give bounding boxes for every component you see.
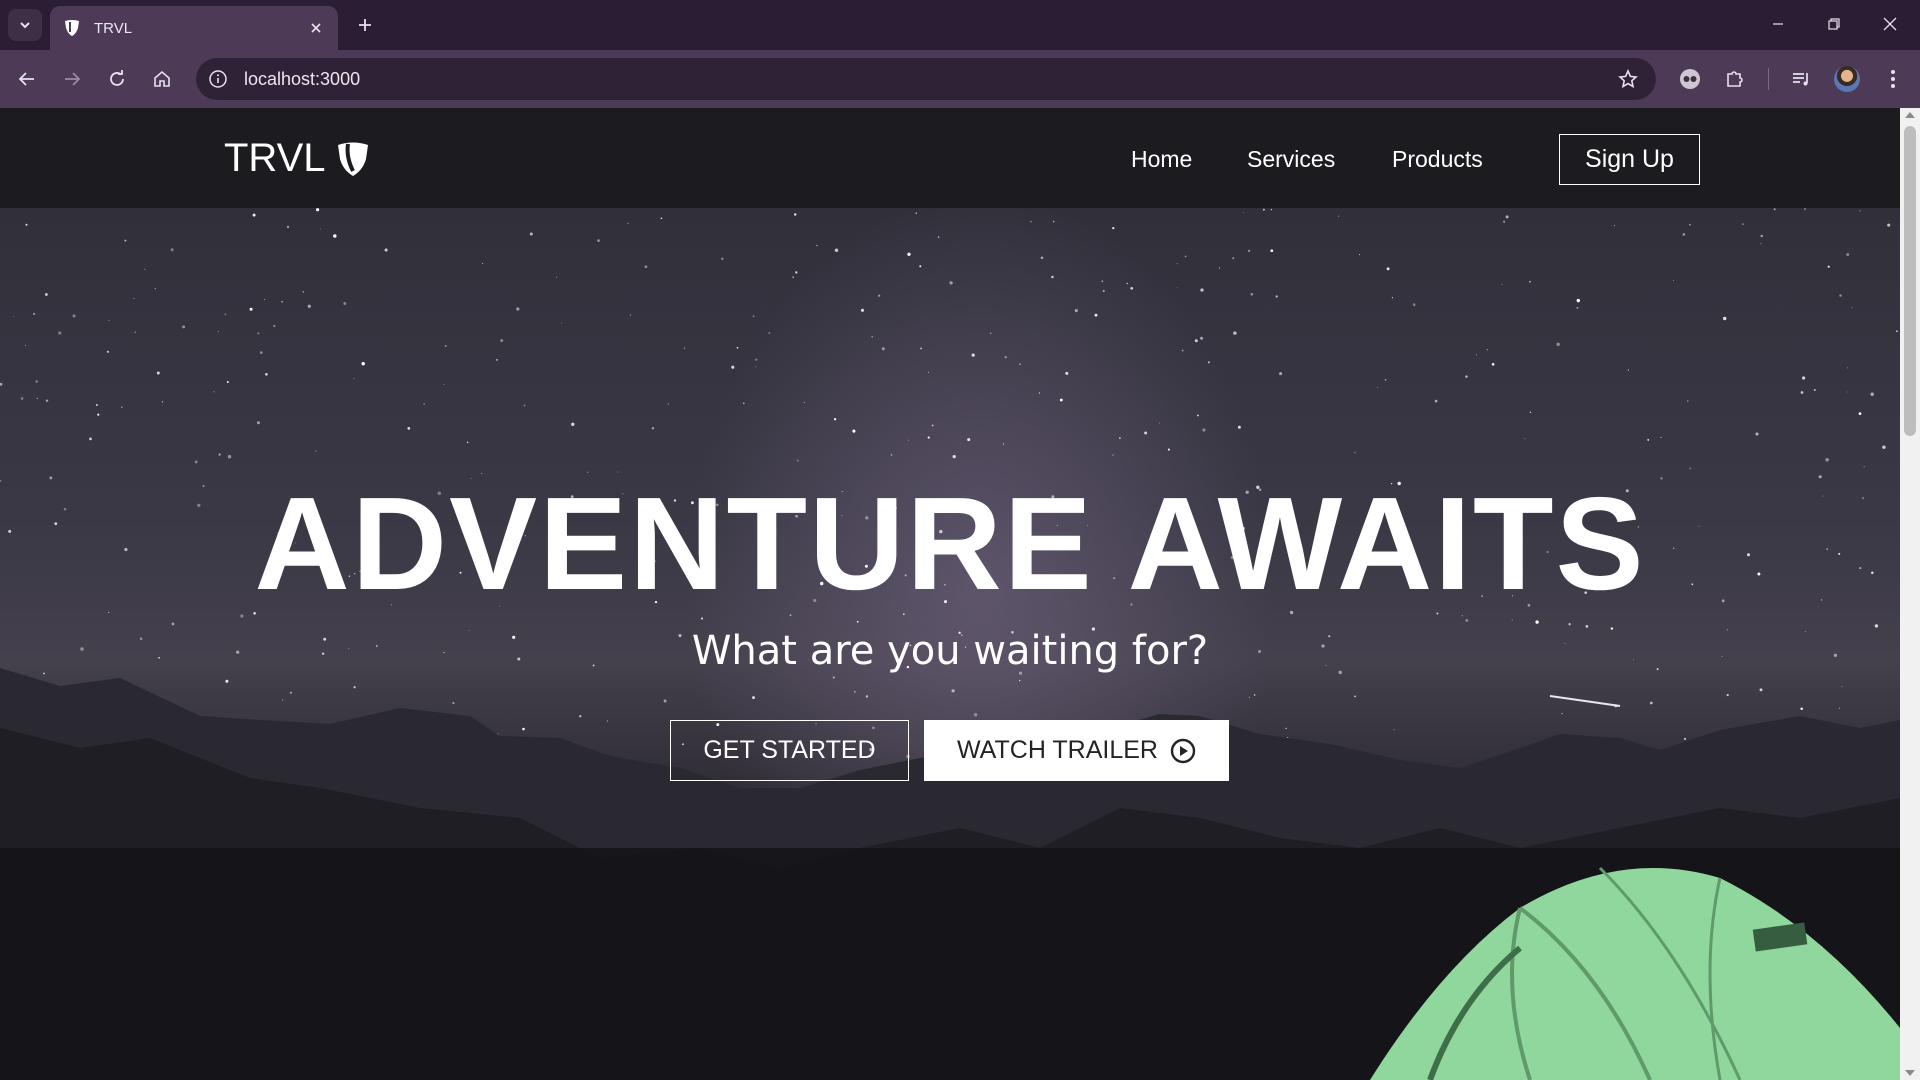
get-started-button[interactable]: GET STARTED: [670, 720, 909, 781]
scroll-down-icon[interactable]: [1905, 1070, 1915, 1076]
hero-title: ADVENTURE AWAITS: [254, 470, 1646, 617]
browser-tab[interactable]: TRVL: [50, 6, 338, 50]
play-circle-icon: [1170, 738, 1196, 763]
brand[interactable]: TRVL: [224, 136, 370, 181]
close-window-button[interactable]: [1862, 6, 1918, 42]
tab-title: TRVL: [94, 19, 133, 37]
new-tab-button[interactable]: [350, 10, 380, 40]
watch-trailer-button[interactable]: WATCH TRAILER: [924, 720, 1229, 781]
back-button[interactable]: [10, 62, 44, 96]
scrollbar-thumb[interactable]: [1904, 126, 1916, 436]
sign-up-button[interactable]: Sign Up: [1559, 134, 1700, 185]
site-info-icon[interactable]: [206, 67, 230, 91]
home-button[interactable]: [145, 62, 179, 96]
puzzle-icon: [1727, 71, 1743, 87]
hero-subtitle: What are you waiting for?: [691, 628, 1209, 674]
close-tab-icon[interactable]: [306, 18, 326, 38]
extension-button[interactable]: [1673, 62, 1707, 96]
address-url[interactable]: localhost:3000: [244, 69, 360, 90]
media-control-icon: [1793, 73, 1808, 86]
profile-avatar: [1834, 66, 1860, 92]
forward-icon: [65, 72, 81, 86]
nav-link-services[interactable]: Services: [1247, 146, 1335, 173]
browser-tab-strip: TRVL: [0, 0, 1920, 50]
home-icon: [154, 70, 170, 87]
minimize-icon: [1773, 23, 1783, 25]
shield-logo-icon: [337, 142, 368, 176]
profile-button[interactable]: [1830, 62, 1864, 96]
restore-icon: [1828, 18, 1840, 30]
tab-list-button[interactable]: [8, 9, 42, 41]
address-bar[interactable]: localhost:3000: [196, 58, 1656, 100]
media-control-button[interactable]: [1784, 62, 1818, 96]
browser-menu-button[interactable]: [1876, 62, 1910, 96]
bookmark-star-icon[interactable]: [1616, 67, 1640, 91]
back-icon: [18, 72, 34, 86]
restore-button[interactable]: [1806, 6, 1862, 42]
menu-dots-icon: [1891, 70, 1895, 88]
nav-link-home[interactable]: Home: [1131, 146, 1192, 173]
extensions-button[interactable]: [1718, 62, 1752, 96]
page-viewport: TRVL Home Services Products Sign Up ADVE…: [0, 108, 1900, 1080]
browser-toolbar: localhost:3000: [0, 50, 1920, 108]
reload-icon: [110, 70, 124, 86]
site-navbar: TRVL Home Services Products Sign Up: [0, 108, 1900, 208]
watch-trailer-label: WATCH TRAILER: [957, 736, 1158, 764]
tab-list-icon: [20, 22, 30, 29]
close-window-icon: [1883, 17, 1897, 31]
reload-button[interactable]: [100, 62, 134, 96]
extension-avatar-icon: [1680, 69, 1700, 89]
hero-section: ADVENTURE AWAITS What are you waiting fo…: [0, 208, 1900, 1080]
nav-link-products[interactable]: Products: [1392, 146, 1483, 173]
page-scrollbar[interactable]: [1900, 108, 1920, 1080]
brand-name: TRVL: [224, 136, 326, 180]
shield-logo-icon: [65, 20, 79, 36]
forward-button[interactable]: [55, 62, 89, 96]
toolbar-separator: [1768, 68, 1769, 90]
scroll-up-icon[interactable]: [1905, 112, 1915, 118]
new-tab-icon: [359, 19, 371, 31]
minimize-button[interactable]: [1750, 6, 1806, 42]
